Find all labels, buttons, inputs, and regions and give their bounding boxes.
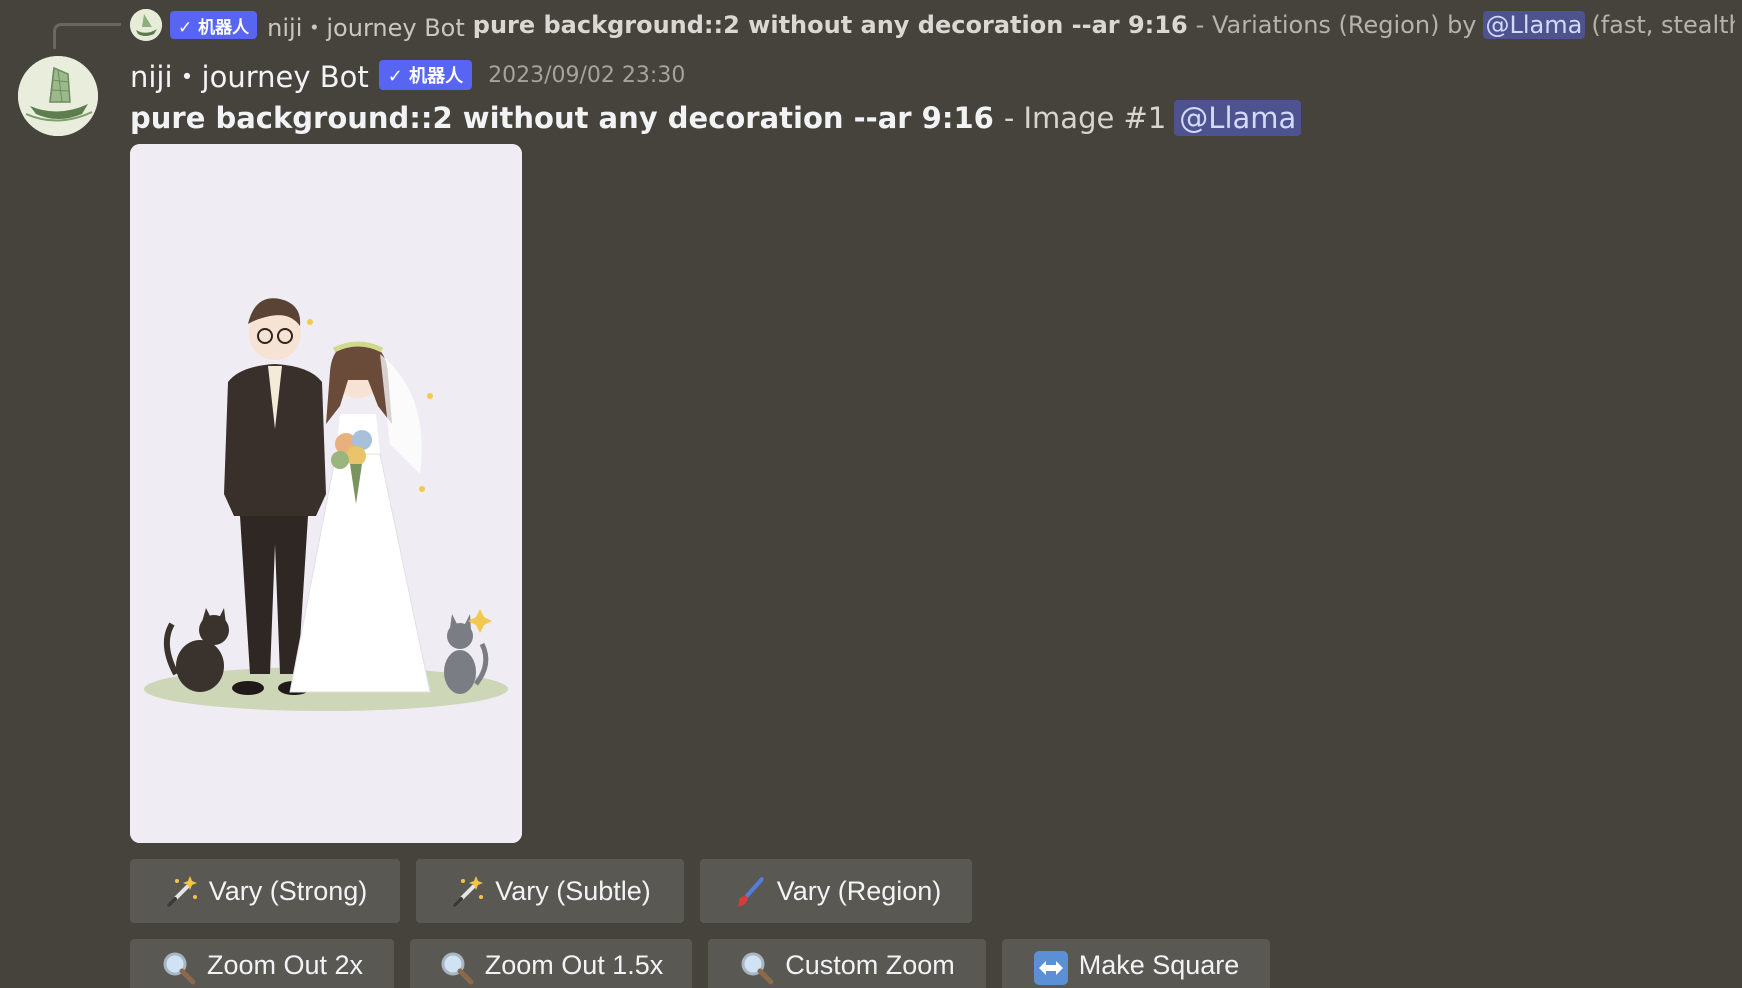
zoom-out-2x-label: Zoom Out 2x bbox=[206, 950, 364, 980]
reply-mention[interactable]: @Llama bbox=[1482, 11, 1586, 39]
magic-wand-icon bbox=[453, 876, 484, 907]
custom-zoom-button[interactable]: Custom Zoom bbox=[708, 939, 986, 988]
user-mention[interactable]: @Llama bbox=[1174, 100, 1302, 136]
reply-connector bbox=[53, 23, 121, 49]
message-content: pure background::2 without any decoratio… bbox=[130, 97, 1302, 139]
magnifier-icon bbox=[741, 952, 774, 985]
vary-strong-button[interactable]: Vary (Strong) bbox=[130, 859, 400, 923]
custom-zoom-label: Custom Zoom bbox=[785, 950, 955, 980]
zoom-out-1-5x-button[interactable]: Zoom Out 1.5x bbox=[410, 939, 692, 988]
reply-reference[interactable]: ✓ 机器人 niji・journey Bot pure background::… bbox=[130, 7, 1735, 43]
magnifier-icon bbox=[163, 952, 196, 985]
magnifier-icon bbox=[441, 952, 474, 985]
vary-region-button[interactable]: Vary (Region) bbox=[700, 859, 972, 923]
vary-region-label: Vary (Region) bbox=[776, 875, 942, 906]
timestamp: 2023/09/02 23:30 bbox=[488, 62, 686, 88]
zoom-out-2x-button[interactable]: Zoom Out 2x bbox=[130, 939, 394, 988]
reply-suffix: (fast, stealth) bbox=[1591, 11, 1735, 39]
reply-avatar bbox=[130, 9, 162, 41]
make-square-button[interactable]: Make Square bbox=[1002, 939, 1270, 988]
make-square-label: Make Square bbox=[1078, 950, 1240, 980]
left-right-arrow-icon bbox=[1033, 951, 1068, 985]
message-header: niji・journey Bot ✓ 机器人 2023/09/02 23:30 bbox=[130, 55, 685, 95]
vary-subtle-label: Vary (Subtle) bbox=[495, 875, 651, 906]
discord-chat: ✓ 机器人 niji・journey Bot pure background::… bbox=[0, 0, 1742, 988]
reply-action: - Variations (Region) by bbox=[1195, 11, 1477, 39]
reply-bot-badge: ✓ 机器人 bbox=[170, 11, 258, 39]
bot-badge: ✓ 机器人 bbox=[378, 60, 473, 90]
magic-wand-icon bbox=[166, 876, 197, 907]
zoom-out-1-5x-label: Zoom Out 1.5x bbox=[484, 950, 664, 980]
prompt-text: pure background::2 without any decoratio… bbox=[130, 101, 994, 135]
author-name[interactable]: niji・journey Bot bbox=[130, 54, 369, 96]
vary-subtle-button[interactable]: Vary (Subtle) bbox=[416, 859, 684, 923]
reply-author[interactable]: niji・journey Bot bbox=[267, 8, 465, 43]
paintbrush-icon bbox=[736, 877, 764, 907]
bot-avatar[interactable] bbox=[18, 56, 98, 136]
generated-image[interactable] bbox=[130, 144, 522, 843]
image-number: - Image #1 bbox=[1003, 101, 1167, 135]
reply-prompt: pure background::2 without any decoratio… bbox=[472, 11, 1188, 39]
wedding-illustration bbox=[130, 144, 522, 843]
vary-strong-label: Vary (Strong) bbox=[208, 875, 368, 906]
